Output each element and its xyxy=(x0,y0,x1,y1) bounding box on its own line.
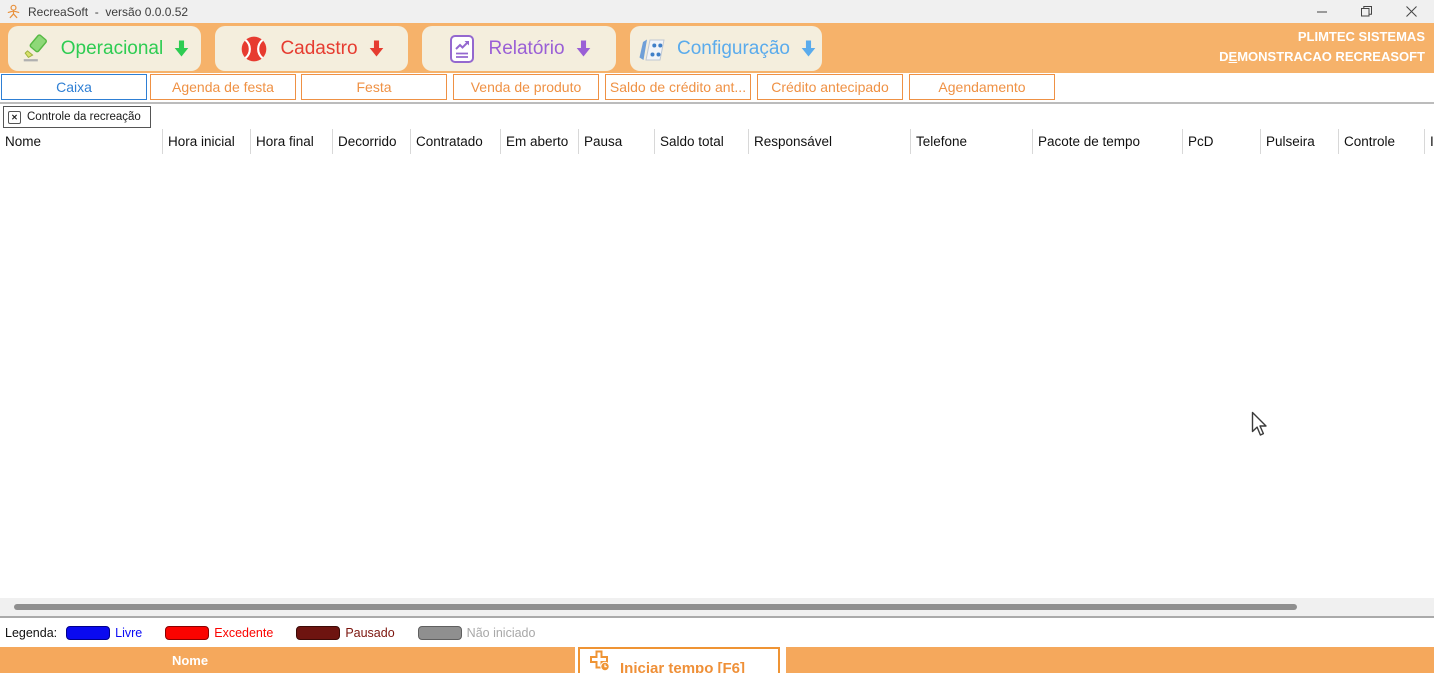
close-tab-icon[interactable]: ✕ xyxy=(8,111,21,124)
iniciar-tempo-button[interactable]: Iniciar tempo [F6] xyxy=(578,647,780,673)
main-menu-bar: Operacional Cadastro xyxy=(0,23,1434,73)
tab-venda-de-produto[interactable]: Venda de produto xyxy=(453,74,599,100)
tab-saldo-de-credito-ant[interactable]: Saldo de crédito ant... xyxy=(605,74,751,100)
column-header-pulseira[interactable]: Pulseira xyxy=(1261,129,1339,154)
add-time-icon xyxy=(589,650,611,673)
chevron-down-icon xyxy=(576,40,591,57)
column-header-saldo-total[interactable]: Saldo total xyxy=(655,129,749,154)
livre-swatch xyxy=(66,626,110,640)
report-chart-icon xyxy=(447,34,477,64)
company-name: PLIMTEC SISTEMAS xyxy=(1219,27,1425,47)
legend-item-label: Pausado xyxy=(345,626,394,640)
legend-item-label: Excedente xyxy=(214,626,273,640)
nao-iniciado-swatch xyxy=(418,626,462,640)
menu-operacional-button[interactable]: Operacional xyxy=(8,26,201,71)
pausado-swatch xyxy=(296,626,340,640)
recreation-grid-body[interactable] xyxy=(0,154,1434,598)
legend-item-pausado: Pausado xyxy=(296,626,394,640)
menu-configuracao-button[interactable]: Configuração xyxy=(630,26,822,71)
column-header-responsavel[interactable]: Responsável xyxy=(749,129,911,154)
column-header-em-aberto[interactable]: Em aberto xyxy=(501,129,579,154)
legend-item-nao-iniciado: Não iniciado xyxy=(418,626,536,640)
column-header-pacote-de-tempo[interactable]: Pacote de tempo xyxy=(1033,129,1183,154)
minimize-icon[interactable] xyxy=(1299,0,1344,23)
footer-nome-column-header[interactable]: Nome xyxy=(150,653,230,668)
tab-agendamento[interactable]: Agendamento xyxy=(909,74,1055,100)
footer-filler xyxy=(786,647,1434,673)
window-controls xyxy=(1299,0,1434,23)
excedente-swatch xyxy=(165,626,209,640)
menu-relatorio-button[interactable]: Relatório xyxy=(422,26,616,71)
page-tab-label: Controle da recreação xyxy=(27,111,141,123)
license-name: DEMONSTRACAO RECREASOFT xyxy=(1219,47,1425,67)
column-header-pausa[interactable]: Pausa xyxy=(579,129,655,154)
column-header-id[interactable]: Id xyxy=(1425,129,1434,154)
footer-grid-header xyxy=(0,647,575,673)
menu-operacional-label: Operacional xyxy=(61,38,163,60)
chevron-down-icon xyxy=(369,40,384,57)
tab-credito-antecipado[interactable]: Crédito antecipado xyxy=(757,74,903,100)
menu-relatorio-label: Relatório xyxy=(488,38,564,60)
chevron-down-icon xyxy=(801,40,816,57)
chevron-down-icon xyxy=(174,40,189,57)
column-header-controle[interactable]: Controle xyxy=(1339,129,1425,154)
column-header-telefone[interactable]: Telefone xyxy=(911,129,1033,154)
column-header-contratado[interactable]: Contratado xyxy=(411,129,501,154)
module-tab-row: CaixaAgenda de festaFestaVenda de produt… xyxy=(0,73,1434,102)
column-header-hora-inicial[interactable]: Hora inicial xyxy=(163,129,251,154)
legend-item-label: Não iniciado xyxy=(467,626,536,640)
column-header-nome[interactable]: Nome xyxy=(0,129,163,154)
legend-title: Legenda: xyxy=(5,626,57,640)
domino-icon xyxy=(636,34,666,64)
title-bar[interactable]: RecreaSoft - versão 0.0.0.52 xyxy=(0,0,1434,23)
menu-cadastro-label: Cadastro xyxy=(280,38,357,60)
recreation-grid-header: NomeHora inicialHora finalDecorridoContr… xyxy=(0,129,1434,154)
column-header-hora-final[interactable]: Hora final xyxy=(251,129,333,154)
scrollbar-thumb[interactable] xyxy=(14,604,1297,610)
highlighter-icon xyxy=(20,34,50,64)
legend-item-excedente: Excedente xyxy=(165,626,273,640)
tab-festa[interactable]: Festa xyxy=(301,74,447,100)
footer-bar: Nome Iniciar tempo [F6] xyxy=(0,647,1434,673)
legend-item-livre: Livre xyxy=(66,626,142,640)
menu-configuracao-label: Configuração xyxy=(677,38,790,60)
horizontal-scrollbar[interactable] xyxy=(0,598,1434,616)
iniciar-tempo-label: Iniciar tempo [F6] xyxy=(620,650,745,673)
column-header-decorrido[interactable]: Decorrido xyxy=(333,129,411,154)
recreasoft-window: RecreaSoft - versão 0.0.0.52 Ope xyxy=(0,0,1434,673)
column-header-pcd[interactable]: PcD xyxy=(1183,129,1261,154)
legend-item-label: Livre xyxy=(115,626,142,640)
tab-caixa[interactable]: Caixa xyxy=(1,74,147,100)
menu-cadastro-button[interactable]: Cadastro xyxy=(215,26,408,71)
legend-bar: Legenda: Livre Excedente Pausado Não inicia… xyxy=(0,616,1434,647)
restore-icon[interactable] xyxy=(1344,0,1389,23)
gingerbread-app-icon xyxy=(6,4,21,19)
close-icon[interactable] xyxy=(1389,0,1434,23)
tab-agenda-de-festa[interactable]: Agenda de festa xyxy=(150,74,296,100)
tab-controle-da-recreacao[interactable]: ✕ Controle da recreação xyxy=(3,106,151,128)
company-banner: PLIMTEC SISTEMAS DEMONSTRACAO RECREASOFT xyxy=(1219,27,1425,67)
window-title: RecreaSoft - versão 0.0.0.52 xyxy=(28,5,188,19)
tab-row-divider xyxy=(0,102,1434,104)
ball-icon xyxy=(239,34,269,64)
